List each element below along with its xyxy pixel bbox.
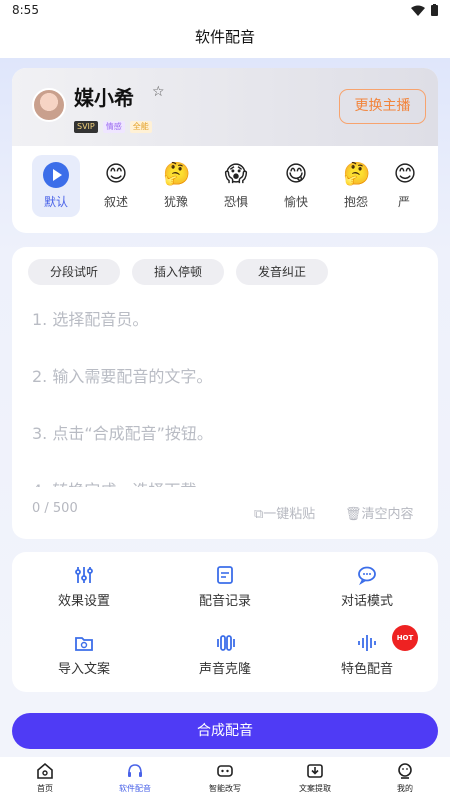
emotion-complain[interactable]: 🤔 抱怨	[332, 155, 380, 217]
voice-clone-button[interactable]: 声音克隆	[165, 632, 285, 686]
wifi-icon	[411, 5, 425, 16]
status-bar: 8:55	[0, 0, 450, 22]
waveform-icon	[358, 635, 376, 651]
document-icon	[217, 566, 233, 584]
thinking-icon: 🤔	[343, 162, 371, 187]
thinking-icon: 🤔	[163, 162, 191, 187]
page-title: 软件配音	[194, 28, 255, 46]
nav-dubbing[interactable]: 软件配音	[90, 761, 180, 794]
emotion-narrate[interactable]: 😊 叙述	[92, 155, 140, 217]
anchor-name: 媒小希	[74, 86, 134, 110]
char-counter: 0 / 500	[32, 501, 78, 516]
nav-home[interactable]: 首页	[0, 761, 90, 794]
happy-icon: 😋	[284, 162, 308, 187]
editor-toolbar: 分段试听 插入停顿 发音纠正	[28, 259, 329, 285]
hot-badge: HOT	[392, 625, 418, 651]
placeholder-step-4: 4. 转换完成，选择下载。	[32, 478, 422, 487]
folder-import-icon	[75, 637, 93, 651]
emotion-badge: 情感	[102, 121, 125, 133]
emotion-strict[interactable]: 😊 严	[392, 155, 416, 217]
emotion-happy[interactable]: 😋 愉快	[272, 155, 320, 217]
nav-rewrite[interactable]: 智能改写	[180, 761, 270, 794]
placeholder-step-3: 3. 点击“合成配音”按钮。	[32, 424, 213, 443]
anchor-avatar[interactable]	[32, 88, 66, 122]
battery-icon	[431, 4, 438, 16]
profile-icon	[398, 763, 412, 779]
emotion-default[interactable]: 默认	[32, 155, 80, 217]
synthesize-button[interactable]: 合成配音	[12, 713, 438, 749]
emotion-hesitate[interactable]: 🤔 犹豫	[152, 155, 200, 217]
dialogue-mode-button[interactable]: 对话模式	[307, 564, 427, 618]
smile-icon: 😊	[393, 162, 416, 187]
change-anchor-button[interactable]: 更换主播	[339, 89, 426, 124]
segment-preview-button[interactable]: 分段试听	[28, 259, 121, 285]
voice-card: 媒小希 ☆ SVIP 情感 全能 更换主播 默认 😊 叙述 🤔 犹豫 😱 恐惧 …	[12, 68, 438, 233]
soundwave-clone-icon	[217, 635, 235, 651]
emotion-selector: 默认 😊 叙述 🤔 犹豫 😱 恐惧 😋 愉快 🤔 抱怨 😊 严	[12, 146, 438, 233]
paste-icon: ⧉	[254, 507, 264, 522]
scream-icon: 😱	[224, 162, 248, 187]
page-header: 软件配音	[0, 22, 450, 58]
home-icon	[37, 762, 53, 779]
sliders-icon	[75, 567, 93, 583]
emotion-fear[interactable]: 😱 恐惧	[212, 155, 260, 217]
anchor-tags: SVIP 情感 全能	[74, 121, 152, 133]
function-grid: 效果设置 配音记录 对话模式 导入文案 声音克隆 特色配音 HOT	[12, 552, 438, 692]
paste-button[interactable]: ⧉一键粘贴	[254, 503, 315, 522]
smile-icon: 😊	[104, 162, 128, 187]
all-round-badge: 全能	[129, 121, 152, 133]
placeholder-step-2: 2. 输入需要配音的文字。	[32, 367, 213, 386]
svip-badge: SVIP	[74, 121, 98, 133]
star-icon[interactable]: ☆	[152, 84, 165, 100]
nav-profile[interactable]: 我的	[360, 761, 450, 794]
placeholder-step-1: 1. 选择配音员。	[32, 310, 149, 329]
dubbing-history-button[interactable]: 配音记录	[165, 564, 285, 618]
play-icon	[43, 162, 69, 188]
effect-settings-button[interactable]: 效果设置	[24, 564, 144, 618]
clear-button[interactable]: 🗑清空内容	[345, 503, 414, 522]
chat-icon	[358, 566, 376, 586]
bottom-nav: 首页 软件配音 智能改写 文案提取 我的	[0, 757, 450, 800]
status-time: 8:55	[12, 3, 39, 17]
text-input-area[interactable]: 1. 选择配音员。 2. 输入需要配音的文字。 3. 点击“合成配音”按钮。 4…	[32, 307, 422, 487]
import-script-button[interactable]: 导入文案	[24, 632, 144, 686]
trash-icon: 🗑	[345, 507, 362, 522]
pronunciation-fix-button[interactable]: 发音纠正	[236, 259, 329, 285]
dubbing-icon	[128, 764, 142, 777]
robot-icon	[217, 765, 233, 777]
nav-extract[interactable]: 文案提取	[270, 761, 360, 794]
download-box-icon	[307, 764, 323, 778]
text-editor-card: 分段试听 插入停顿 发音纠正 1. 选择配音员。 2. 输入需要配音的文字。 3…	[12, 247, 438, 539]
insert-pause-button[interactable]: 插入停顿	[132, 259, 225, 285]
